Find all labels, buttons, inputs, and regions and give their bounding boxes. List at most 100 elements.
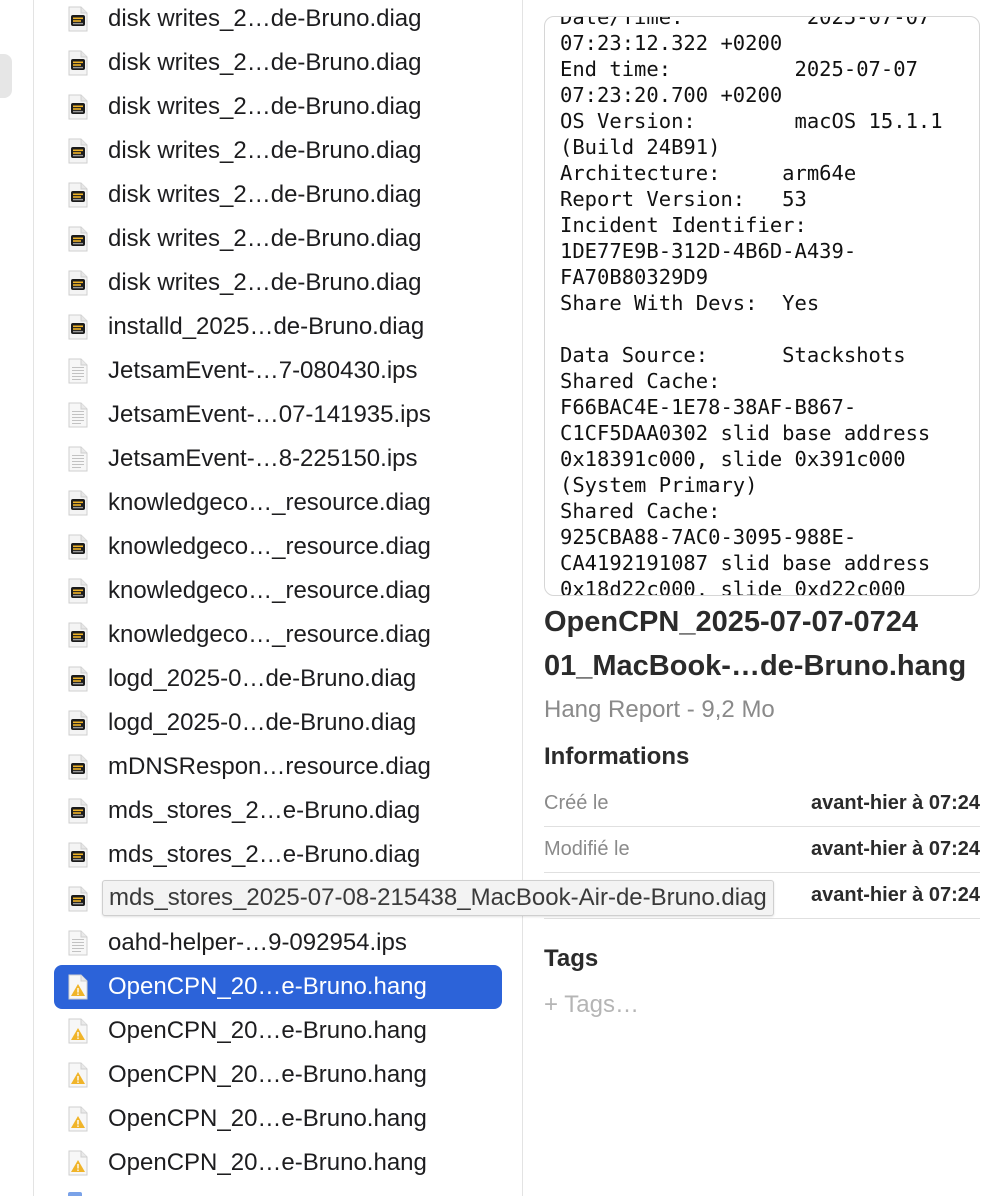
file-row[interactable]: OpenCPN_20…e-Bruno.hang [54, 1053, 502, 1097]
file-name: JetsamEvent-…7-080430.ips [108, 357, 418, 384]
file-row[interactable]: disk writes_2…de-Bruno.diag [54, 217, 502, 261]
file-name: OpenCPN_20…e-Bruno.hang [108, 1149, 427, 1176]
file-row[interactable]: JetsamEvent-…7-080430.ips [54, 349, 502, 393]
file-row[interactable]: logd_2025-0…de-Bruno.diag [54, 657, 502, 701]
diag-file-icon [68, 666, 88, 692]
file-name: OpenCPN_20…e-Bruno.hang [108, 973, 427, 1000]
ips-file-icon [68, 358, 88, 384]
file-row[interactable]: disk writes_2…de-Bruno.diag [54, 173, 502, 217]
next-file-icon-partial [68, 1192, 82, 1196]
file-name: OpenCPN_20…e-Bruno.hang [108, 1105, 427, 1132]
hang-file-icon [68, 1106, 88, 1132]
file-name: knowledgeco…_resource.diag [108, 577, 431, 604]
file-name: disk writes_2…de-Bruno.diag [108, 93, 422, 120]
file-name: mds_stores_2…e-Bruno.diag [108, 797, 421, 824]
info-label: Modifié le [544, 838, 630, 860]
info-value: avant-hier à 07:24 [811, 884, 980, 906]
file-row[interactable]: disk writes_2…de-Bruno.diag [54, 85, 502, 129]
file-title-line-2: 01_MacBook-…de-Bruno.hang [544, 650, 967, 682]
file-row[interactable]: oahd-helper-…9-092954.ips [54, 921, 502, 965]
file-list: disk writes_2…de-Bruno.diagdisk writes_2… [34, 0, 522, 1196]
file-row[interactable]: installd_2025…de-Bruno.diag [54, 305, 502, 349]
file-name: disk writes_2…de-Bruno.diag [108, 49, 422, 76]
diag-file-icon [68, 886, 88, 912]
diag-file-icon [68, 182, 88, 208]
diag-file-icon [68, 490, 88, 516]
file-name: knowledgeco…_resource.diag [108, 533, 431, 560]
file-row[interactable]: mDNSRespon…resource.diag [54, 745, 502, 789]
file-name: JetsamEvent-…8-225150.ips [108, 445, 418, 472]
hang-file-icon [68, 1018, 88, 1044]
diag-file-icon [68, 138, 88, 164]
file-row[interactable]: knowledgeco…_resource.diag [54, 525, 502, 569]
ips-file-icon [68, 402, 88, 428]
file-name: oahd-helper-…9-092954.ips [108, 929, 407, 956]
file-row[interactable]: mds_stores_2…e-Bruno.diag [54, 789, 502, 833]
sidebar-edge [0, 0, 34, 1196]
file-name: mDNSRespon…resource.diag [108, 753, 431, 780]
file-row-selected[interactable]: OpenCPN_20…e-Bruno.hang [54, 965, 502, 1009]
diag-file-icon [68, 798, 88, 824]
filename-tooltip: mds_stores_2025-07-08-215438_MacBook-Air… [102, 880, 774, 916]
preview-text: Date/Time: 2025-07-07 07:23:12.322 +0200… [560, 16, 943, 596]
file-name: OpenCPN_20…e-Bruno.hang [108, 1061, 427, 1088]
info-row-modified: Modifié le avant-hier à 07:24 [544, 826, 980, 873]
info-label: Créé le [544, 792, 609, 814]
file-name: disk writes_2…de-Bruno.diag [108, 5, 422, 32]
file-name: OpenCPN_20…e-Bruno.hang [108, 1017, 427, 1044]
file-row[interactable]: disk writes_2…de-Bruno.diag [54, 41, 502, 85]
file-name: disk writes_2…de-Bruno.diag [108, 181, 422, 208]
tags-heading: Tags [544, 945, 599, 972]
file-row[interactable]: JetsamEvent-…07-141935.ips [54, 393, 502, 437]
info-row-created: Créé le avant-hier à 07:24 [544, 780, 980, 827]
diag-file-icon [68, 50, 88, 76]
file-row[interactable]: knowledgeco…_resource.diag [54, 481, 502, 525]
file-title: OpenCPN_2025-07-07-0724 01_MacBook-…de-B… [544, 600, 984, 688]
file-title-line-1: OpenCPN_2025-07-07-0724 [544, 606, 918, 638]
hang-file-icon [68, 1062, 88, 1088]
file-row[interactable]: OpenCPN_20…e-Bruno.hang [54, 1009, 502, 1053]
diag-file-icon [68, 314, 88, 340]
column-divider[interactable] [522, 0, 523, 1196]
file-row[interactable]: knowledgeco…_resource.diag [54, 569, 502, 613]
diag-file-icon [68, 622, 88, 648]
ips-file-icon [68, 930, 88, 956]
file-name: logd_2025-0…de-Bruno.diag [108, 665, 417, 692]
file-name: installd_2025…de-Bruno.diag [108, 313, 425, 340]
file-name: logd_2025-0…de-Bruno.diag [108, 709, 417, 736]
diag-file-icon [68, 226, 88, 252]
diag-file-icon [68, 270, 88, 296]
file-row[interactable]: JetsamEvent-…8-225150.ips [54, 437, 502, 481]
file-name: mds_stores_2…e-Bruno.diag [108, 841, 421, 868]
diag-file-icon [68, 754, 88, 780]
sidebar-resize-handle[interactable] [0, 54, 12, 98]
file-name: knowledgeco…_resource.diag [108, 489, 431, 516]
hang-file-icon [68, 974, 88, 1000]
file-kind-size: Hang Report - 9,2 Mo [544, 696, 775, 723]
file-row[interactable]: OpenCPN_20…e-Bruno.hang [54, 1141, 502, 1185]
diag-file-icon [68, 710, 88, 736]
info-value: avant-hier à 07:24 [811, 838, 980, 860]
diag-file-icon [68, 94, 88, 120]
file-row[interactable]: disk writes_2…de-Bruno.diag [54, 0, 502, 41]
file-row[interactable]: OpenCPN_20…e-Bruno.hang [54, 1097, 502, 1141]
diag-file-icon [68, 578, 88, 604]
info-value: avant-hier à 07:24 [811, 792, 980, 814]
file-row[interactable]: logd_2025-0…de-Bruno.diag [54, 701, 502, 745]
info-heading: Informations [544, 743, 690, 770]
file-name: disk writes_2…de-Bruno.diag [108, 137, 422, 164]
add-tags-button[interactable]: + Tags… [544, 988, 639, 1022]
file-name: JetsamEvent-…07-141935.ips [108, 401, 431, 428]
file-row[interactable]: knowledgeco…_resource.diag [54, 613, 502, 657]
diag-file-icon [68, 842, 88, 868]
file-row[interactable]: disk writes_2…de-Bruno.diag [54, 261, 502, 305]
quicklook-preview[interactable]: Date/Time: 2025-07-07 07:23:12.322 +0200… [544, 16, 980, 596]
file-name: disk writes_2…de-Bruno.diag [108, 225, 422, 252]
file-row[interactable]: mds_stores_2…e-Bruno.diag [54, 833, 502, 877]
diag-file-icon [68, 534, 88, 560]
file-row[interactable]: disk writes_2…de-Bruno.diag [54, 129, 502, 173]
file-name: knowledgeco…_resource.diag [108, 621, 431, 648]
diag-file-icon [68, 6, 88, 32]
hang-file-icon [68, 1150, 88, 1176]
ips-file-icon [68, 446, 88, 472]
